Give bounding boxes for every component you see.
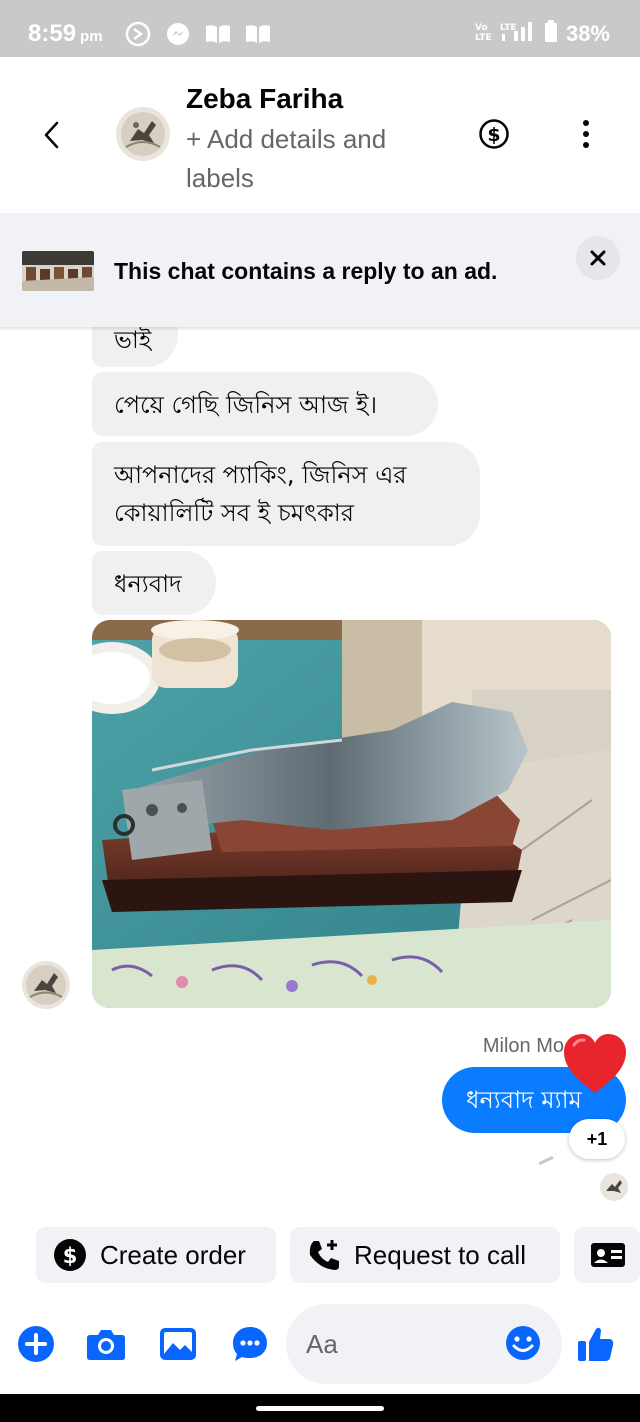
seen-avatar: [600, 1173, 628, 1201]
contact-avatar[interactable]: [116, 107, 170, 161]
back-arrow-icon[interactable]: [36, 117, 66, 153]
camera-icon[interactable]: [86, 1324, 126, 1364]
book-icon: [204, 20, 232, 48]
incoming-message[interactable]: আপনাদের প্যাকিং, জিনিস এর কোয়ালিটি সব ই…: [92, 442, 480, 546]
contact-name[interactable]: Zeba Fariha: [186, 83, 343, 115]
dollar-circle-icon: $: [52, 1237, 88, 1273]
reaction-count[interactable]: +1: [569, 1119, 625, 1159]
plus-icon[interactable]: [16, 1324, 56, 1364]
chat-header: Zeba Fariha + Add details and labels $: [0, 57, 640, 213]
contact-card-icon: [590, 1237, 626, 1273]
quick-actions: $ Create order Request to call: [0, 1222, 640, 1294]
message-list[interactable]: ভাই পেয়ে গেছি জিনিস আজ ই। আপনাদের প্যাক…: [0, 327, 640, 1222]
status-app-icons: [124, 20, 272, 48]
outgoing-sender-name: Milon Mo: [482, 1035, 564, 1057]
incoming-message[interactable]: পেয়ে গেছি জিনিস আজ ই।: [92, 372, 438, 436]
incoming-message[interactable]: ধন্যবাদ: [92, 551, 216, 615]
book-icon: [244, 20, 272, 48]
create-order-label: Create order: [100, 1239, 246, 1270]
more-vertical-icon[interactable]: [576, 119, 596, 149]
ad-banner-text: This chat contains a reply to an ad.: [114, 258, 498, 284]
system-nav-bar: [0, 1394, 640, 1422]
status-right: Vo LTE LTE 38%: [474, 20, 610, 48]
svg-text:LTE: LTE: [475, 33, 492, 42]
status-time: 8:59 pm: [28, 20, 103, 47]
home-handle[interactable]: [256, 1406, 384, 1411]
lte-signal-icon: LTE: [500, 20, 536, 48]
contact-card-button[interactable]: [574, 1227, 640, 1283]
heart-reaction-icon[interactable]: [560, 1031, 630, 1097]
refresh-icon: [124, 20, 152, 48]
volte-icon: Vo LTE: [474, 20, 492, 48]
close-icon[interactable]: [576, 236, 620, 280]
svg-text:Vo: Vo: [475, 23, 488, 33]
composer: [0, 1294, 640, 1394]
status-bar: 8:59 pm Vo LTE LTE 38%: [0, 0, 640, 57]
phone-plus-icon: [306, 1237, 342, 1273]
image-icon[interactable]: [158, 1324, 198, 1364]
battery-icon: [544, 20, 558, 48]
incoming-message[interactable]: ভাই: [92, 327, 178, 367]
ad-banner: This chat contains a reply to an ad.: [0, 213, 640, 327]
create-order-button[interactable]: $ Create order: [36, 1227, 276, 1283]
thumbs-up-icon[interactable]: [576, 1324, 616, 1364]
message-photo[interactable]: [92, 620, 611, 1008]
messenger-icon: [164, 20, 192, 48]
request-call-button[interactable]: Request to call: [290, 1227, 560, 1283]
svg-text:$: $: [63, 1244, 78, 1268]
ad-thumbnail[interactable]: [22, 251, 94, 291]
request-call-label: Request to call: [354, 1239, 526, 1270]
svg-text:$: $: [487, 124, 500, 146]
emoji-icon[interactable]: [504, 1324, 542, 1362]
add-details-link[interactable]: + Add details and labels: [186, 120, 446, 198]
battery-level: 38%: [565, 21, 610, 46]
chat-bubble-icon[interactable]: [230, 1324, 270, 1364]
sender-avatar[interactable]: [22, 961, 70, 1009]
typing-indicator: [538, 1155, 554, 1166]
dollar-icon[interactable]: $: [478, 118, 510, 150]
